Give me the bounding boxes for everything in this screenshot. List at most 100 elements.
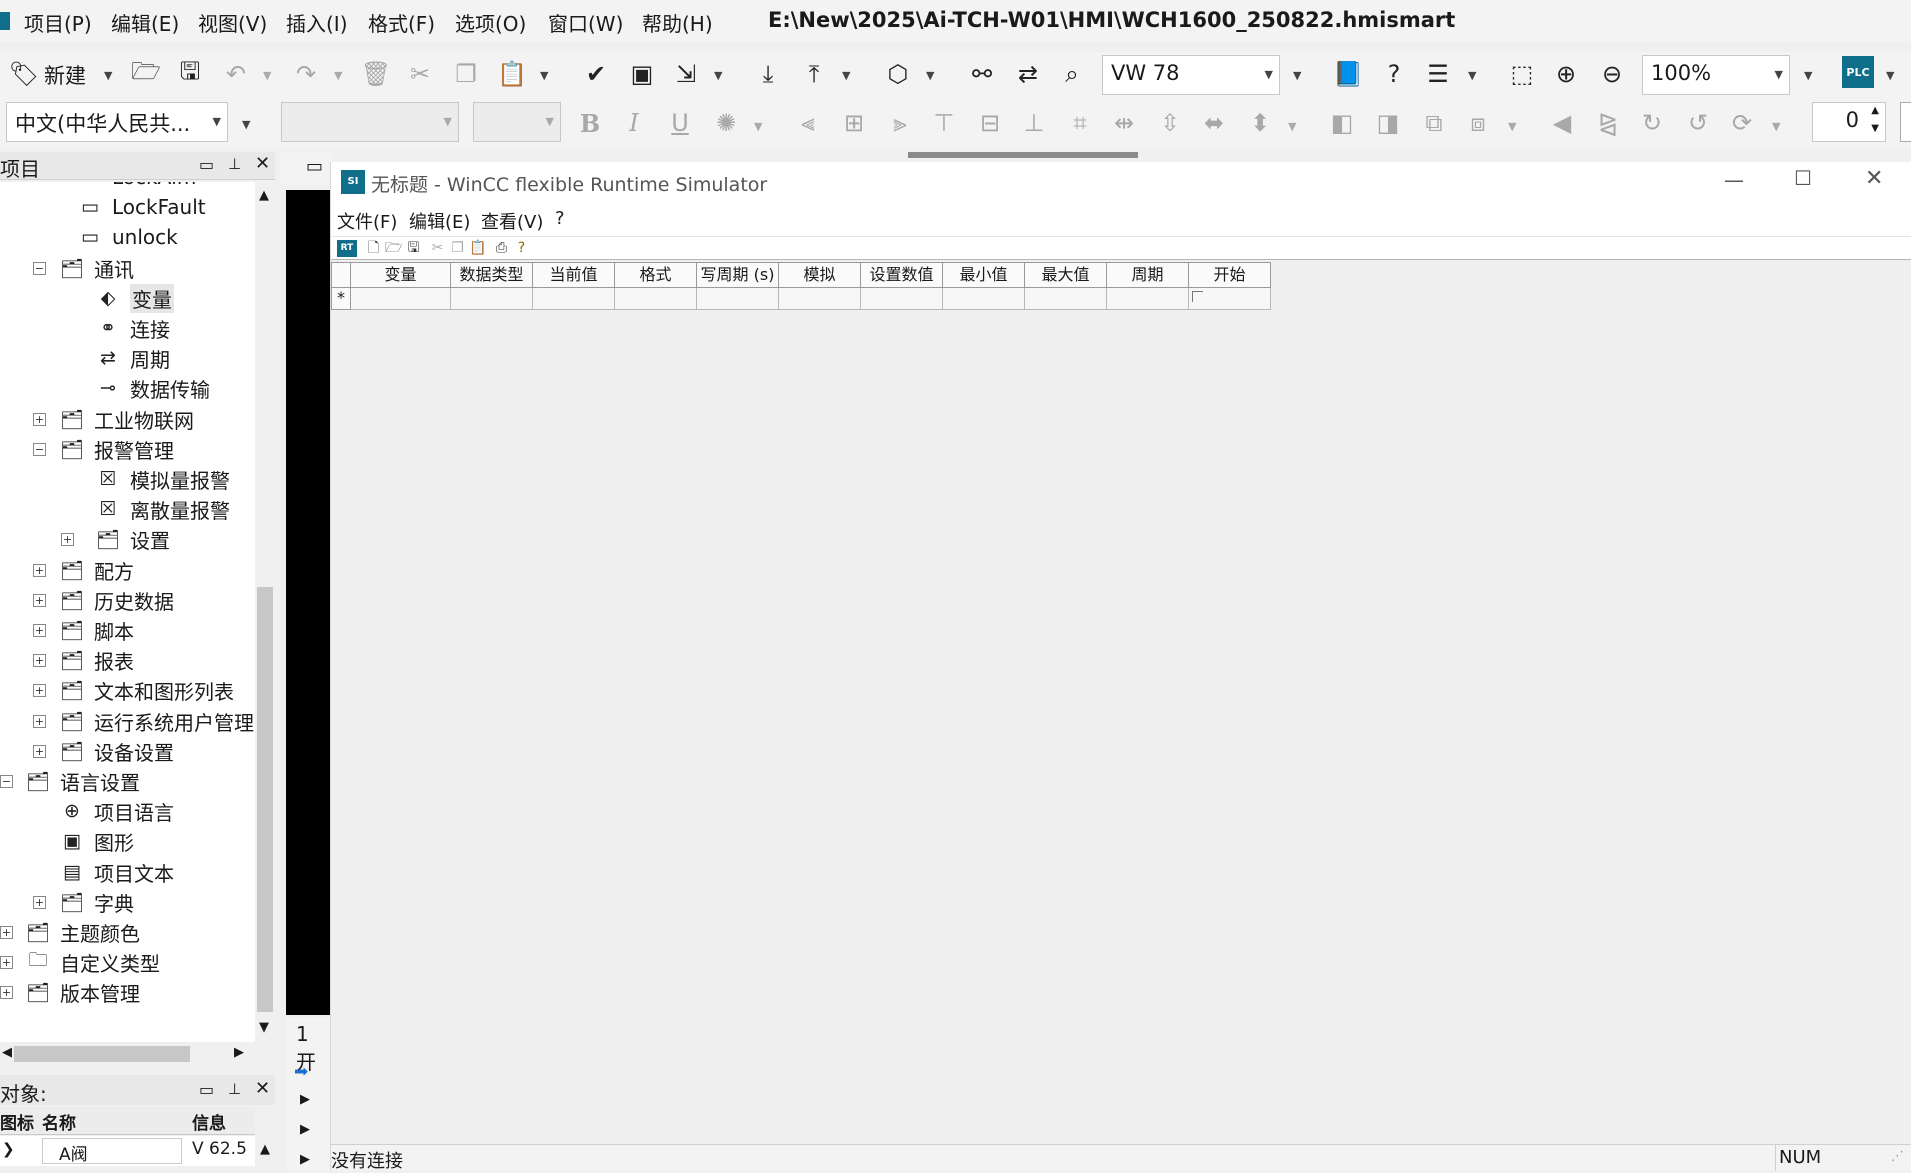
- tree-item[interactable]: ▭ LockAlm: [76, 182, 196, 192]
- column-header[interactable]: 最大值: [1025, 262, 1107, 288]
- runtime-icon[interactable]: RT: [337, 240, 357, 257]
- menu-project[interactable]: 项目(P): [24, 8, 92, 37]
- tree-hscroll-thumb[interactable]: [14, 1046, 190, 1062]
- plc-dropdown-arrow[interactable]: ▼: [1886, 69, 1894, 82]
- table-corner[interactable]: [331, 262, 351, 288]
- font-size-combo-arrow[interactable]: ▼: [546, 115, 554, 128]
- column-header[interactable]: 开始: [1189, 262, 1271, 288]
- zoom-out-icon[interactable]: ⊖: [1594, 56, 1630, 92]
- transfer-settings-icon[interactable]: ⇲: [668, 56, 704, 92]
- tree-item[interactable]: 🗂 工业物联网: [58, 404, 194, 434]
- tree-item[interactable]: ⚭ 连接: [94, 313, 170, 343]
- flip-horizontal-icon[interactable]: ⧎: [1590, 105, 1626, 141]
- upload-dropdown-arrow[interactable]: ▼: [842, 69, 850, 82]
- expand-arrow-icon[interactable]: ▶: [300, 1152, 310, 1167]
- object-col-info[interactable]: 信息: [192, 1109, 226, 1134]
- editor-tab-icon[interactable]: ▭: [280, 152, 332, 184]
- group-icon[interactable]: ⧉: [1416, 105, 1452, 141]
- column-header[interactable]: 写周期 (s): [697, 262, 779, 288]
- new-dropdown-arrow[interactable]: ▼: [104, 69, 112, 82]
- tree-expander[interactable]: +: [0, 986, 13, 999]
- tree-item[interactable]: 🗂 版本管理: [24, 977, 140, 1007]
- redo-dropdown-arrow[interactable]: ▼: [334, 69, 342, 82]
- object-scroll-up-icon[interactable]: ▲: [260, 1142, 270, 1157]
- tree-expander[interactable]: +: [33, 413, 46, 426]
- tree-expander[interactable]: +: [33, 654, 46, 667]
- upload-icon[interactable]: ⤒: [796, 56, 832, 92]
- tag-icon[interactable]: 🏷: [6, 56, 42, 92]
- tree-item[interactable]: ☒ 离散量报警: [94, 494, 230, 524]
- flip-vertical-icon[interactable]: ◀: [1544, 105, 1580, 141]
- column-header[interactable]: 格式: [615, 262, 697, 288]
- save-icon[interactable]: 🖫: [172, 56, 208, 92]
- column-header[interactable]: 变量: [351, 262, 451, 288]
- language-toolbar-dropdown-arrow[interactable]: ▼: [242, 118, 250, 131]
- print-icon[interactable]: ⎙: [493, 240, 510, 257]
- scroll-up-icon[interactable]: ▲: [259, 188, 269, 203]
- rotate-minus-90-icon[interactable]: ↺: [1680, 105, 1716, 141]
- tree-item[interactable]: 🗀 自定义类型: [24, 947, 160, 977]
- tree-vertical-scrollbar[interactable]: ▲ ▼: [255, 182, 275, 1042]
- tree-expander[interactable]: +: [33, 684, 46, 697]
- align-top-icon[interactable]: ⊤: [926, 105, 962, 141]
- menu-options[interactable]: 选项(O): [455, 8, 526, 37]
- scroll-left-icon[interactable]: ◀: [2, 1045, 12, 1060]
- tree-item[interactable]: 🗂 文本和图形列表: [58, 675, 234, 705]
- table-cell[interactable]: [1025, 288, 1107, 310]
- find-icon[interactable]: ⌕: [1054, 56, 1090, 92]
- object-row[interactable]: ❯ A阀 V 62.5 ▲: [0, 1136, 270, 1166]
- align-right-icon[interactable]: ⫸: [882, 105, 918, 141]
- tree-item[interactable]: ⊸ 数据传输: [94, 373, 210, 403]
- scroll-right-icon[interactable]: ▶: [234, 1045, 244, 1060]
- sim-menu-edit[interactable]: 编辑(E): [409, 208, 470, 234]
- compile-icon[interactable]: ✔: [578, 56, 614, 92]
- table-cell[interactable]: [697, 288, 779, 310]
- rotation-spinner[interactable]: 0 ▲ ▼: [1812, 102, 1886, 142]
- save-file-icon[interactable]: 🖫: [405, 240, 422, 257]
- align-bottom-icon[interactable]: ⊥: [1016, 105, 1052, 141]
- new-row-marker[interactable]: *: [331, 288, 351, 310]
- rotate-dropdown-arrow[interactable]: ▼: [1772, 120, 1780, 133]
- font-combo[interactable]: ▼: [281, 102, 459, 142]
- italic-icon[interactable]: I: [616, 105, 652, 141]
- redo-icon[interactable]: ↷: [288, 56, 324, 92]
- align-left-icon[interactable]: ⫷: [790, 105, 826, 141]
- plc-icon[interactable]: PLC: [1842, 56, 1874, 88]
- list-help-icon[interactable]: ☰: [1420, 56, 1456, 92]
- package-icon[interactable]: ⬡: [880, 56, 916, 92]
- tree-expander[interactable]: −: [0, 775, 13, 788]
- tree-item[interactable]: 🗂 设置: [94, 524, 170, 554]
- simulator-title-bar[interactable]: SI 无标题 - WinCC flexible Runtime Simulato…: [331, 162, 1911, 202]
- column-header[interactable]: 数据类型: [451, 262, 533, 288]
- tree-expander[interactable]: −: [33, 262, 46, 275]
- rotate-180-icon[interactable]: ⟳: [1724, 105, 1760, 141]
- tree-horizontal-scrollbar[interactable]: ◀ ▶: [0, 1042, 255, 1066]
- same-height-icon[interactable]: ⬍: [1242, 105, 1278, 141]
- language-combo-arrow[interactable]: ▼: [213, 115, 221, 128]
- column-header[interactable]: 周期: [1107, 262, 1189, 288]
- close-icon[interactable]: ✕: [1865, 166, 1883, 191]
- swap-icon[interactable]: ⇄: [1010, 56, 1046, 92]
- check-icon[interactable]: ▣: [624, 56, 660, 92]
- column-header[interactable]: 当前值: [533, 262, 615, 288]
- new-file-icon[interactable]: 🗋: [365, 240, 382, 257]
- help-icon[interactable]: ?: [513, 240, 530, 257]
- sim-paste-icon[interactable]: 📋: [469, 240, 486, 257]
- spin-up-icon[interactable]: ▲: [1871, 105, 1879, 116]
- align-center-icon[interactable]: ⊞: [836, 105, 872, 141]
- color-dropdown-arrow[interactable]: ▼: [754, 120, 762, 133]
- var-toolbar-dropdown-arrow[interactable]: ▼: [1293, 69, 1301, 82]
- tree-item[interactable]: 🗂 设备设置: [58, 736, 174, 766]
- sim-menu-view[interactable]: 查看(V): [481, 208, 543, 234]
- tree-expander[interactable]: +: [0, 956, 13, 969]
- tree-item[interactable]: ▭ unlock: [76, 222, 178, 252]
- tree-expander[interactable]: +: [33, 564, 46, 577]
- tree-item[interactable]: 🗂 历史数据: [58, 585, 174, 615]
- tree-item[interactable]: 🗂 脚本: [58, 615, 134, 645]
- variable-combo-arrow[interactable]: ▼: [1265, 68, 1273, 81]
- object-panel-pin-icon[interactable]: ⊥: [228, 1080, 241, 1098]
- new-button-label[interactable]: 新建: [44, 60, 86, 90]
- sim-copy-icon[interactable]: ❐: [449, 240, 466, 257]
- menu-view[interactable]: 视图(V): [198, 8, 267, 37]
- table-cell[interactable]: [1107, 288, 1189, 310]
